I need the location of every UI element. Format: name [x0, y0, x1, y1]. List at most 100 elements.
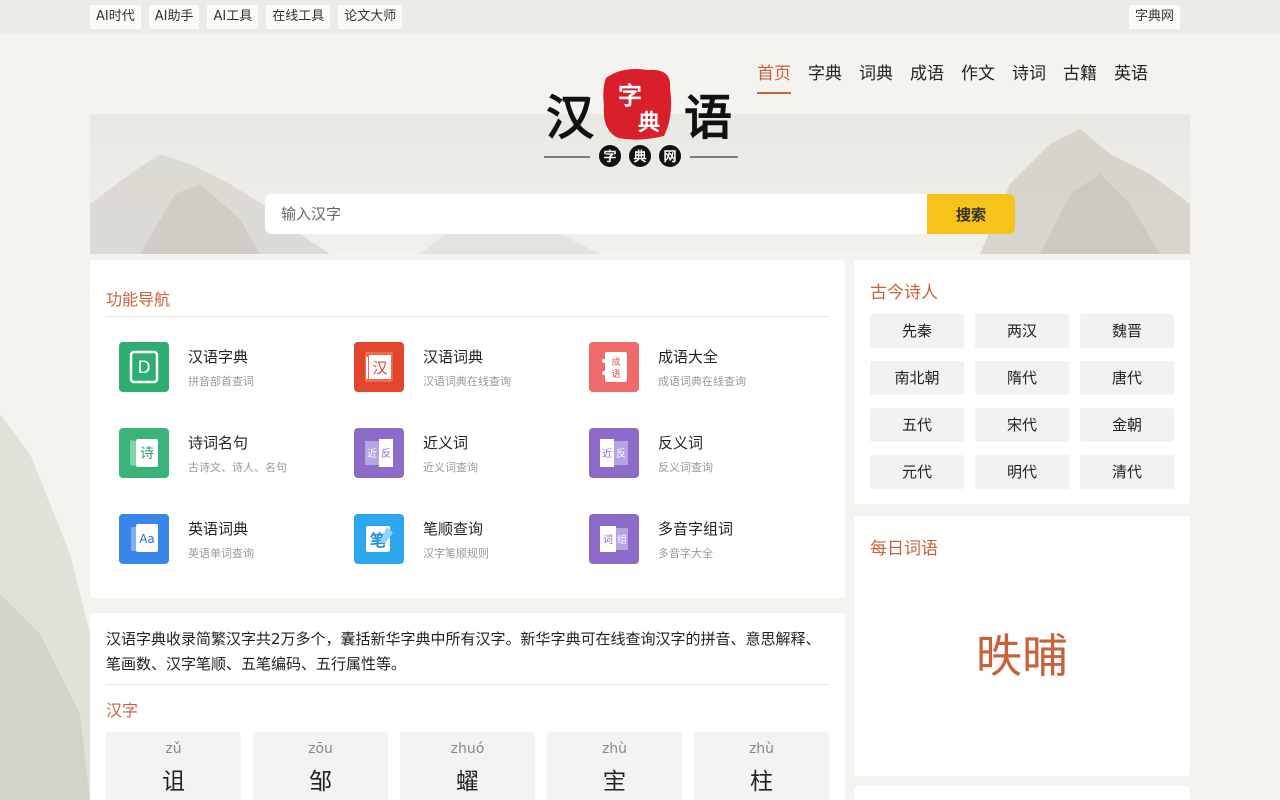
char-pinyin: zōu — [308, 741, 333, 757]
search-button[interactable]: 搜索 — [927, 194, 1015, 234]
function-item-sub: 汉字笔顺规则 — [423, 547, 489, 560]
function-item-sub: 古诗文、诗人、名句 — [188, 461, 287, 474]
function-item-hanyu-zidian[interactable]: D 汉语字典 拼音部首查词 — [119, 342, 339, 394]
function-item-sub: 多音字大全 — [658, 547, 713, 560]
function-item-title: 诗词名句 — [188, 434, 249, 452]
poets-title: 古今诗人 — [870, 283, 938, 303]
dynasty-tang[interactable]: 唐代 — [1080, 361, 1174, 395]
function-item-sub: 英语单词查询 — [188, 547, 254, 560]
intro-panel: 汉语字典收录简繁汉字共2万多个，囊括新华字典中所有汉字。新华字典可在线查询汉字的… — [90, 613, 845, 800]
dynasty-qing[interactable]: 清代 — [1080, 455, 1174, 489]
dynasty-lianghan[interactable]: 两汉 — [975, 314, 1069, 348]
function-item-sub: 汉语词典在线查询 — [423, 375, 511, 388]
char-card[interactable]: zǔ 诅 — [106, 732, 241, 800]
function-item-title: 成语大全 — [658, 348, 719, 366]
svg-text:近: 近 — [367, 447, 377, 460]
function-item-title: 英语词典 — [188, 520, 249, 538]
svg-text:Aa: Aa — [139, 532, 155, 546]
nav-guji[interactable]: 古籍 — [1063, 62, 1097, 94]
function-item-english-dictionary[interactable]: Aa 英语词典 英语单词查询 — [119, 514, 339, 566]
function-item-shici[interactable]: 诗 诗词名句 古诗文、诗人、名句 — [119, 428, 339, 480]
logo-seal-dian: 典 — [638, 110, 660, 136]
function-item-title: 近义词 — [423, 434, 469, 452]
char-card[interactable]: zhuó 蠗 — [400, 732, 535, 800]
char-list: zǔ 诅 zōu 邹 zhuó 蠗 zhù 宔 zhù 柱 — [106, 732, 829, 800]
stroke-order-icon: 笔 — [354, 514, 404, 564]
nav-english[interactable]: 英语 — [1114, 62, 1148, 94]
polyphone-icon: 词组 — [589, 514, 639, 564]
nav-shici[interactable]: 诗词 — [1012, 62, 1046, 94]
char-card[interactable]: zōu 邹 — [253, 732, 388, 800]
divider — [106, 684, 829, 685]
top-link-ai-era[interactable]: AI时代 — [90, 5, 141, 29]
char-pinyin: zhù — [601, 741, 628, 757]
char-card[interactable]: zhù 宔 — [547, 732, 682, 800]
char-card[interactable]: zhù 柱 — [694, 732, 829, 800]
dynasty-grid: 先秦 两汉 魏晋 南北朝 隋代 唐代 五代 宋代 金朝 元代 明代 清代 — [870, 314, 1174, 489]
logo-sub-zi: 字 — [603, 149, 616, 165]
svg-text:组: 组 — [617, 533, 627, 546]
dynasty-nanbeichao[interactable]: 南北朝 — [870, 361, 964, 395]
search-bar: 搜索 — [265, 194, 1015, 234]
function-item-duoyinzi[interactable]: 词组 多音字组词 多音字大全 — [589, 514, 809, 566]
function-item-title: 反义词 — [658, 434, 704, 452]
top-link-ai-tools[interactable]: AI工具 — [207, 5, 259, 29]
function-item-sub: 成语词典在线查询 — [658, 375, 746, 388]
function-item-sub: 拼音部首查词 — [188, 375, 254, 388]
dynasty-yuan[interactable]: 元代 — [870, 455, 964, 489]
char-pinyin: zǔ — [165, 741, 182, 757]
nav-zidian[interactable]: 字典 — [808, 62, 842, 94]
char-hanzi: 宔 — [603, 769, 626, 795]
english-dictionary-icon: Aa — [119, 514, 169, 564]
function-item-chengyu[interactable]: 成语 成语大全 成语词典在线查询 — [589, 342, 809, 394]
dynasty-xianqin[interactable]: 先秦 — [870, 314, 964, 348]
char-hanzi: 蠗 — [456, 769, 479, 795]
char-hanzi: 邹 — [309, 769, 332, 795]
search-input[interactable] — [265, 194, 927, 234]
function-nav-title: 功能导航 — [106, 290, 171, 309]
logo-char-yu: 语 — [684, 90, 732, 146]
dynasty-song[interactable]: 宋代 — [975, 408, 1069, 442]
char-pinyin: zhuó — [450, 741, 485, 757]
nav-home[interactable]: 首页 — [757, 62, 791, 94]
top-links: AI时代 AI助手 AI工具 在线工具 论文大师 — [90, 5, 403, 29]
svg-text:反: 反 — [616, 448, 626, 460]
top-link-zidian[interactable]: 字典网 — [1128, 5, 1180, 29]
chars-title: 汉字 — [106, 701, 139, 720]
function-item-bishun[interactable]: 笔 笔顺查询 汉字笔顺规则 — [354, 514, 574, 566]
dynasty-ming[interactable]: 明代 — [975, 455, 1069, 489]
main-nav: 首页 字典 词典 成语 作文 诗词 古籍 英语 — [757, 62, 1148, 94]
logo-seal-zi: 字 — [618, 81, 642, 110]
word-dictionary-icon: 汉 — [354, 342, 404, 392]
nav-chengyu[interactable]: 成语 — [910, 62, 944, 94]
top-bar: AI时代 AI助手 AI工具 在线工具 论文大师 字典网 — [0, 0, 1280, 34]
site-logo[interactable]: 汉 语 字 典 字 典 网 — [544, 66, 738, 170]
daily-word[interactable]: 昳晡 — [854, 620, 1190, 686]
function-item-title: 汉语词典 — [423, 348, 484, 366]
synonym-icon: 近反 — [354, 428, 404, 478]
poets-panel: 古今诗人 先秦 两汉 魏晋 南北朝 隋代 唐代 五代 宋代 金朝 元代 明代 清… — [854, 260, 1190, 504]
next-panel — [854, 786, 1190, 800]
function-item-fanyici[interactable]: 近反 反义词 反义词查询 — [589, 428, 809, 480]
daily-word-panel: 每日词语 昳晡 — [854, 516, 1190, 776]
top-link-paper-master[interactable]: 论文大师 — [338, 5, 403, 29]
divider — [106, 316, 829, 317]
nav-zuowen[interactable]: 作文 — [961, 62, 995, 94]
top-link-online-tools[interactable]: 在线工具 — [266, 5, 331, 29]
top-link-ai-assistant[interactable]: AI助手 — [148, 5, 200, 29]
nav-cidian[interactable]: 词典 — [859, 62, 893, 94]
function-item-sub: 近义词查询 — [423, 461, 478, 474]
dynasty-sui[interactable]: 隋代 — [975, 361, 1069, 395]
function-item-title: 多音字组词 — [658, 520, 734, 538]
function-item-sub: 反义词查询 — [658, 461, 713, 474]
svg-text:D: D — [137, 358, 150, 378]
intro-text: 汉语字典收录简繁汉字共2万多个，囊括新华字典中所有汉字。新华字典可在线查询汉字的… — [106, 630, 821, 673]
function-item-hanyu-cidian[interactable]: 汉 汉语词典 汉语词典在线查询 — [354, 342, 574, 394]
dynasty-weijin[interactable]: 魏晋 — [1080, 314, 1174, 348]
dynasty-jin[interactable]: 金朝 — [1080, 408, 1174, 442]
char-hanzi: 诅 — [162, 769, 185, 795]
function-item-jinyici[interactable]: 近反 近义词 近义词查询 — [354, 428, 574, 480]
function-item-title: 汉语字典 — [188, 348, 249, 366]
function-nav-panel: 功能导航 D 汉语字典 拼音部首查词 汉 汉语词典 汉语词典在线查询 成语 成语… — [90, 260, 845, 598]
dynasty-wudai[interactable]: 五代 — [870, 408, 964, 442]
